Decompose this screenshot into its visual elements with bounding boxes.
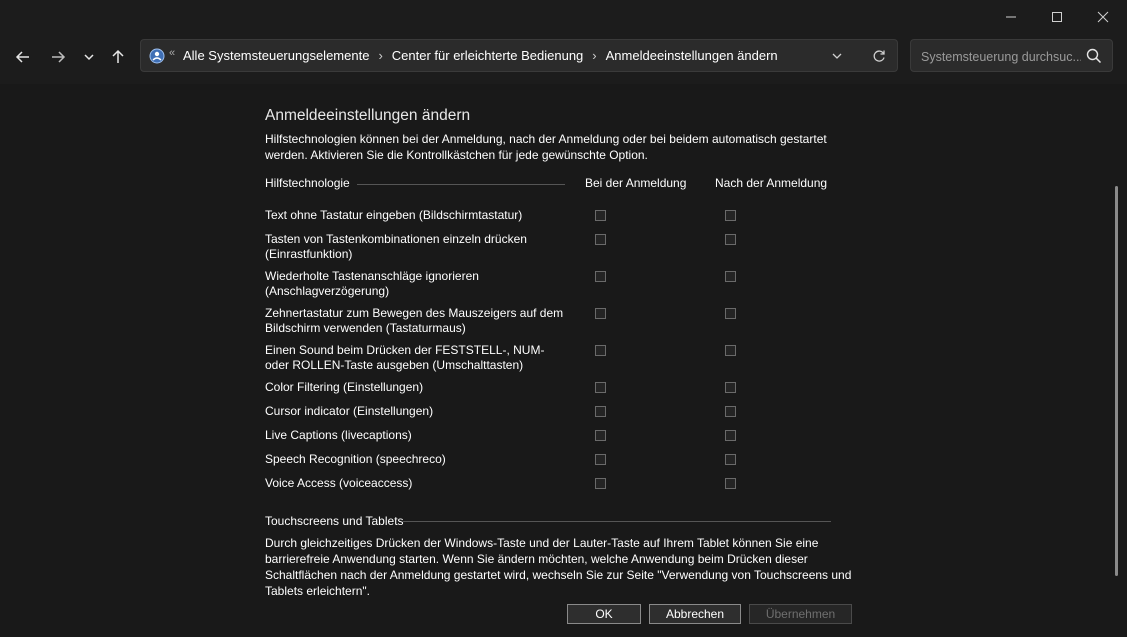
section-title: Touchscreens und Tablets [265, 514, 404, 528]
row-label: Einen Sound beim Drücken der FESTSTELL-,… [265, 343, 545, 372]
after-login-checkbox[interactable] [725, 271, 736, 282]
after-login-checkbox[interactable] [725, 454, 736, 465]
apply-button[interactable]: Übernehmen [749, 604, 852, 624]
arrow-left-icon [15, 51, 29, 63]
title-bar [0, 0, 1127, 34]
at-login-checkbox[interactable] [595, 271, 606, 282]
breadcrumb-item-systemsteuerung[interactable]: Alle Systemsteuerungselemente [183, 48, 369, 63]
row-label: Zehnertastatur zum Bewegen des Mauszeige… [265, 306, 564, 335]
column-header-at-login: Bei der Anmeldung [585, 176, 687, 190]
at-login-checkbox[interactable] [595, 308, 606, 319]
at-login-checkbox[interactable] [595, 406, 606, 417]
minimize-button[interactable] [988, 0, 1034, 34]
cancel-button[interactable]: Abbrechen [649, 604, 741, 624]
arrow-right-icon [52, 51, 66, 63]
arrow-up-icon [112, 49, 124, 63]
chevron-right-icon[interactable]: › [592, 48, 596, 63]
at-login-checkbox[interactable] [595, 382, 606, 393]
intro-text: Hilfstechnologien können bei der Anmeldu… [265, 132, 827, 162]
vertical-scrollbar[interactable] [1115, 186, 1118, 576]
row-label: Wiederholte Tastenanschläge ignorieren (… [265, 269, 479, 298]
after-login-checkbox[interactable] [725, 406, 736, 417]
breadcrumb-item-current[interactable]: Anmeldeeinstellungen ändern [606, 48, 778, 63]
close-button[interactable] [1080, 0, 1126, 34]
refresh-icon [873, 50, 885, 62]
minimize-icon [1006, 16, 1016, 18]
row-label: Color Filtering (Einstellungen) [265, 380, 424, 394]
at-login-checkbox[interactable] [595, 234, 606, 245]
page-title: Anmeldeeinstellungen ändern [265, 107, 471, 124]
forward-button[interactable] [43, 42, 73, 72]
after-login-checkbox[interactable] [725, 345, 736, 356]
breadcrumb-item-center[interactable]: Center für erleichterte Bedienung [392, 48, 584, 63]
search-box[interactable] [910, 39, 1113, 72]
at-login-checkbox[interactable] [595, 430, 606, 441]
row-label: Cursor indicator (Einstellungen) [265, 404, 434, 418]
recent-locations-button[interactable] [74, 42, 104, 72]
row-label: Tasten von Tastenkombinationen einzeln d… [265, 232, 527, 261]
column-header-after-login: Nach der Anmeldung [715, 176, 828, 190]
control-panel-icon [149, 48, 165, 64]
search-input[interactable] [919, 46, 1083, 68]
chevron-right-icon[interactable]: › [378, 48, 382, 63]
divider [357, 184, 565, 185]
row-label: Voice Access (voiceaccess) [265, 476, 413, 490]
address-bar[interactable]: « Alle Systemsteuerungselemente › Center… [140, 39, 898, 72]
back-button[interactable] [8, 42, 38, 72]
after-login-checkbox[interactable] [725, 234, 736, 245]
at-login-checkbox[interactable] [595, 478, 606, 489]
refresh-button[interactable] [871, 48, 887, 64]
at-login-checkbox[interactable] [595, 210, 606, 221]
chevron-down-icon [832, 53, 842, 59]
row-label: Speech Recognition (speechreco) [265, 452, 446, 466]
at-login-checkbox[interactable] [595, 345, 606, 356]
close-icon [1097, 11, 1109, 23]
after-login-checkbox[interactable] [725, 478, 736, 489]
after-login-checkbox[interactable] [725, 308, 736, 319]
divider [403, 521, 831, 522]
row-label: Live Captions (livecaptions) [265, 428, 412, 442]
maximize-icon [1052, 12, 1062, 22]
chevron-down-icon [84, 54, 94, 61]
after-login-checkbox[interactable] [725, 210, 736, 221]
breadcrumb: Alle Systemsteuerungselemente › Center f… [183, 40, 778, 71]
after-login-checkbox[interactable] [725, 382, 736, 393]
content-area: Anmeldeeinstellungen ändern Hilfstechnol… [0, 84, 1127, 637]
breadcrumb-overflow[interactable]: « [169, 47, 175, 59]
row-label: Text ohne Tastatur eingeben (Bildschirmt… [265, 208, 523, 222]
address-dropdown-button[interactable] [829, 48, 845, 64]
search-icon[interactable] [1086, 48, 1102, 64]
maximize-button[interactable] [1034, 0, 1080, 34]
at-login-checkbox[interactable] [595, 454, 606, 465]
up-button[interactable] [103, 42, 133, 72]
column-header-tech: Hilfstechnologie [265, 176, 350, 190]
after-login-checkbox[interactable] [725, 430, 736, 441]
section-text: Durch gleichzeitiges Drücken der Windows… [265, 536, 852, 598]
ok-button[interactable]: OK [567, 604, 641, 624]
